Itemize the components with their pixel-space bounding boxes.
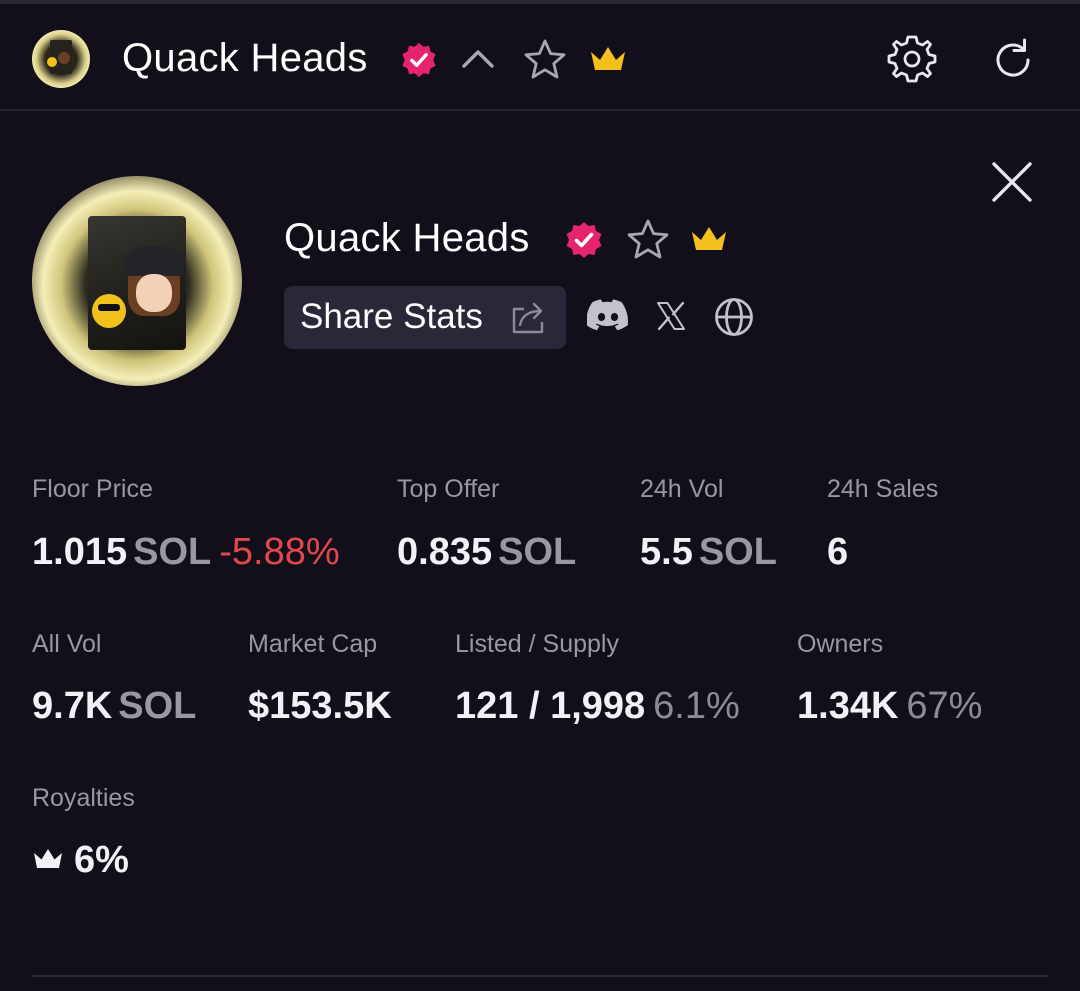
collection-header: Quack Heads <box>0 4 1080 111</box>
vol-24h-unit: SOL <box>698 531 777 573</box>
royalty-crown-icon <box>34 849 62 868</box>
crown-icon <box>692 227 726 250</box>
section-divider <box>32 975 1048 977</box>
listed-supply-value: 121 / 1,998 6.1% <box>455 684 740 728</box>
top-offer-unit: SOL <box>498 531 577 573</box>
owners-label: Owners <box>797 630 884 658</box>
listed-supply-pct: 6.1% <box>653 685 740 727</box>
gear-icon[interactable] <box>886 33 938 85</box>
refresh-icon[interactable] <box>988 35 1038 85</box>
x-twitter-icon[interactable] <box>655 300 687 332</box>
all-vol-amount: 9.7K <box>32 685 113 727</box>
all-vol-unit: SOL <box>118 685 197 727</box>
all-vol-value: 9.7K SOL <box>32 684 196 728</box>
avatar-art-icon <box>47 40 72 74</box>
vol-24h-label: 24h Vol <box>640 475 724 503</box>
collection-stats-panel: Quack Heads Quack Heads Share Stats Floo… <box>0 0 1080 991</box>
chevron-up-icon[interactable] <box>460 44 496 74</box>
floor-price-value: 1.015 SOL -5.88% <box>32 530 340 574</box>
all-vol-label: All Vol <box>32 630 102 658</box>
collection-name: Quack Heads <box>284 216 530 260</box>
listed-supply-amount: 121 / 1,998 <box>455 685 646 727</box>
market-cap-label: Market Cap <box>248 630 378 658</box>
verified-badge-icon <box>566 222 602 258</box>
globe-icon[interactable] <box>713 296 755 338</box>
collection-artwork <box>88 216 186 350</box>
close-icon[interactable] <box>988 158 1036 206</box>
owners-amount: 1.34K <box>797 685 899 727</box>
favorite-star-icon[interactable] <box>522 38 568 82</box>
market-cap-value: $153.5K <box>248 685 392 727</box>
collection-avatar <box>32 176 242 386</box>
verified-badge-icon <box>402 42 436 78</box>
top-offer-value: 0.835 SOL <box>397 530 576 574</box>
collection-avatar-small[interactable] <box>32 30 90 88</box>
favorite-star-icon[interactable] <box>625 218 671 262</box>
discord-icon[interactable] <box>587 298 629 332</box>
owners-value: 1.34K 67% <box>797 684 982 728</box>
floor-price-change: -5.88% <box>219 531 340 573</box>
top-offer-label: Top Offer <box>397 475 500 503</box>
floor-price-label: Floor Price <box>32 475 153 503</box>
share-stats-button[interactable]: Share Stats <box>284 286 566 349</box>
share-icon <box>512 302 544 334</box>
crown-icon <box>591 47 625 70</box>
top-offer-amount: 0.835 <box>397 531 493 573</box>
sales-24h-label: 24h Sales <box>827 475 939 503</box>
vol-24h-amount: 5.5 <box>640 531 693 573</box>
floor-price-unit: SOL <box>133 531 212 573</box>
floor-price-amount: 1.015 <box>32 531 128 573</box>
royalties-value: 6% <box>74 839 129 881</box>
sales-24h-value: 6 <box>827 531 849 573</box>
share-stats-label: Share Stats <box>300 297 483 336</box>
royalties-label: Royalties <box>32 784 135 812</box>
header-title: Quack Heads <box>122 36 368 80</box>
owners-pct: 67% <box>906 685 983 727</box>
vol-24h-value: 5.5 SOL <box>640 530 777 574</box>
listed-supply-label: Listed / Supply <box>455 630 619 658</box>
